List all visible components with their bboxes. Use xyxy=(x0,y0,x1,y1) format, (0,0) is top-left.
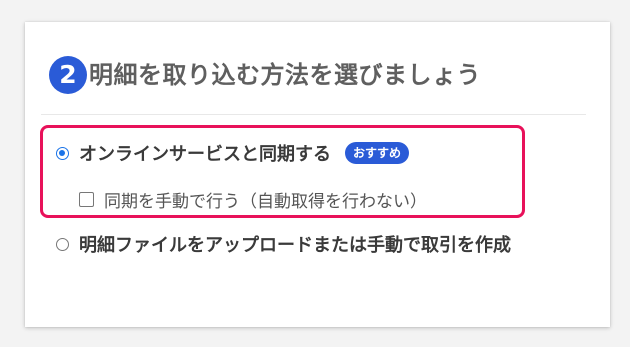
option-online-sync[interactable]: オンラインサービスと同期する おすすめ xyxy=(56,140,410,166)
option-upload-or-manual[interactable]: 明細ファイルをアップロードまたは手動で取引を作成 xyxy=(56,232,586,260)
manual-sync-checkbox[interactable] xyxy=(79,192,94,207)
upload-or-manual-radio[interactable] xyxy=(56,238,69,251)
import-method-card: 2 明細を取り込む方法を選びましょう オンラインサービスと同期する おすすめ 同… xyxy=(25,22,610,327)
step-number-badge: 2 xyxy=(49,56,87,94)
option-manual-sync[interactable]: 同期を手動で行う（自動取得を行わない） xyxy=(79,187,427,212)
manual-sync-label: 同期を手動で行う（自動取得を行わない） xyxy=(104,192,427,212)
online-sync-radio[interactable] xyxy=(56,146,69,160)
online-sync-label: オンラインサービスと同期する xyxy=(79,144,331,165)
upload-or-manual-label: 明細ファイルをアップロードまたは手動で取引を作成 xyxy=(79,235,511,256)
heading-divider xyxy=(41,114,586,115)
recommended-badge: おすすめ xyxy=(345,142,410,164)
section-title: 明細を取り込む方法を選びましょう xyxy=(89,61,481,89)
section-heading: 2 明細を取り込む方法を選びましょう xyxy=(49,56,481,94)
